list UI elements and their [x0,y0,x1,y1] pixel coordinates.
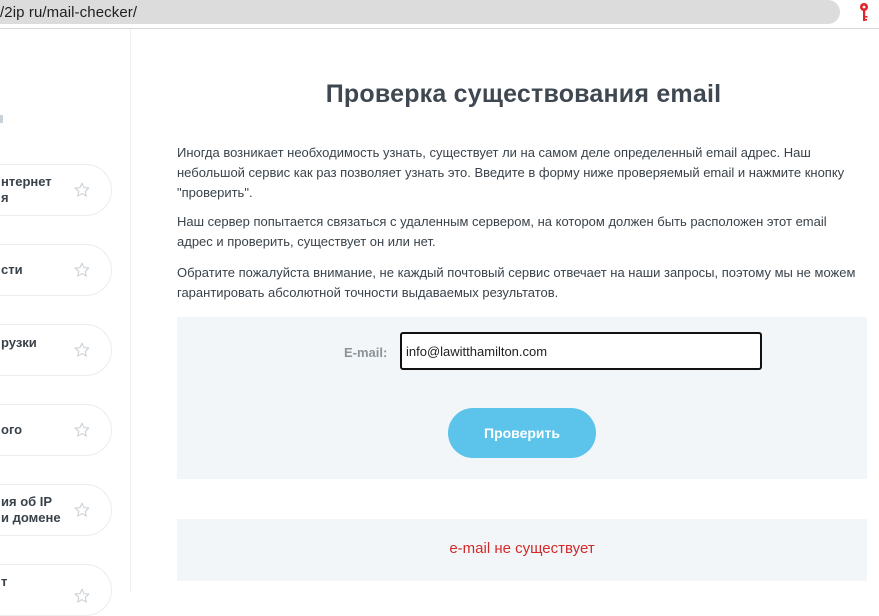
check-button[interactable]: Проверить [448,408,596,458]
result-message: e-mail не существует [449,540,595,557]
sidebar-item-4[interactable]: ого [0,404,112,456]
sidebar-item-label: ого [1,422,23,437]
sidebar-item-label: т [1,574,8,589]
sidebar-item-label: рузки [1,335,37,350]
main-content: Проверка существования email Иногда возн… [131,29,879,593]
sidebar-item-label: ия об IP и домене [1,494,61,525]
star-icon[interactable] [73,341,91,359]
star-icon[interactable] [73,181,91,199]
star-icon[interactable] [73,261,91,279]
address-bar[interactable]: /2ip ru/mail-checker/ [0,0,840,24]
star-icon[interactable] [73,587,91,605]
sidebar-marker [0,115,3,123]
notice-paragraph: Обратите пожалуйста внимание, не каждый … [177,265,856,300]
sidebar-item-1[interactable]: нтернет я [0,164,112,216]
result-panel: e-mail не существует [177,519,867,581]
intro-paragraph: Иногда возникает необходимость узнать, с… [177,145,845,200]
page-title: Проверка существования email [325,80,722,108]
server-paragraph: Наш сервер попытается связаться с удален… [177,214,827,249]
sidebar-item-6[interactable]: т [0,564,112,616]
email-label: E-mail: [344,345,388,360]
sidebar-item-3[interactable]: рузки [0,324,112,376]
sidebar-item-2[interactable]: сти [0,244,112,296]
star-icon[interactable] [73,421,91,439]
key-icon[interactable] [858,2,870,24]
sidebar-item-label: нтернет я [1,174,52,205]
star-icon[interactable] [73,501,91,519]
email-field[interactable] [400,332,762,370]
url-text[interactable]: /2ip ru/mail-checker/ [0,4,137,21]
sidebar: нтернет я сти рузки ого ия об IP и домен… [0,29,131,616]
email-check-form: E-mail: Проверить [177,317,867,479]
sidebar-item-5[interactable]: ия об IP и домене [0,484,112,536]
browser-toolbar: /2ip ru/mail-checker/ [0,0,879,29]
sidebar-item-label: сти [1,262,23,277]
